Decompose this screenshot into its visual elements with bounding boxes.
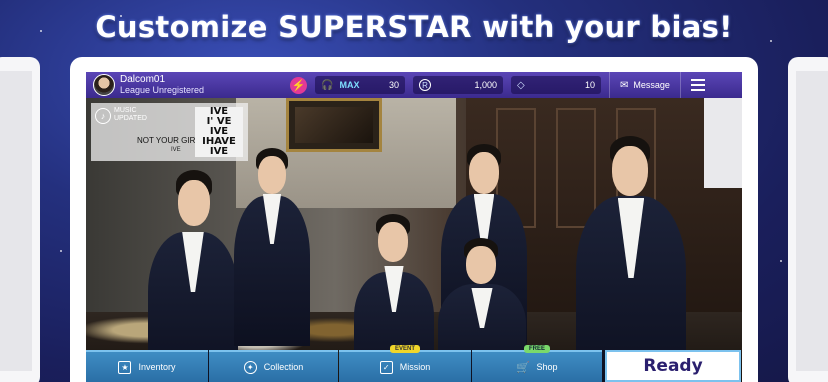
headphones-icon: 🎧: [321, 79, 334, 91]
game-screen: Dalcom01 League Unregistered ⚡ 🎧 MAX 30 …: [86, 72, 742, 382]
ready-button[interactable]: Ready: [605, 350, 741, 382]
next-screenshot-card: [788, 57, 828, 382]
hamburger-menu-icon[interactable]: [681, 72, 715, 98]
previous-screenshot-card: [0, 57, 40, 382]
medal-icon: ✦: [243, 360, 257, 374]
diamond-counter[interactable]: ◇ 10: [511, 76, 601, 94]
song-artist: IVE: [171, 147, 181, 153]
lightning-icon[interactable]: ⚡: [290, 76, 307, 94]
collection-label: Collection: [263, 362, 304, 372]
r-coin-icon: R: [419, 79, 431, 91]
mission-button[interactable]: EVENT ✓ Mission: [339, 345, 471, 382]
shop-label: Shop: [536, 362, 558, 372]
music-updated-card[interactable]: ♪ MUSIC UPDATED NOT YOUR GIRL IVE IVE I'…: [91, 103, 248, 161]
r-coin-count: 1,000: [474, 80, 497, 90]
checklist-icon: ✓: [379, 360, 393, 374]
headphones-counter[interactable]: 🎧 MAX 30: [315, 76, 405, 94]
top-status-bar: Dalcom01 League Unregistered ⚡ 🎧 MAX 30 …: [86, 72, 742, 98]
song-title: NOT YOUR GIRL: [137, 136, 200, 145]
music-note-icon: ♪: [95, 108, 111, 124]
diamond-icon: ◇: [517, 79, 525, 91]
mission-label: Mission: [399, 362, 431, 372]
bottom-nav-bar: ★ Inventory ✦ Collection EVENT ✓ Mission…: [86, 345, 742, 382]
event-badge: EVENT: [389, 345, 421, 353]
diamond-count: 10: [584, 80, 595, 90]
free-badge: FREE: [523, 345, 551, 353]
message-button[interactable]: ✉ Message: [609, 72, 681, 98]
collection-button[interactable]: ✦ Collection: [209, 350, 338, 382]
league-status: League Unregistered: [120, 85, 205, 95]
r-coin-counter[interactable]: R 1,000: [413, 76, 503, 94]
inventory-label: Inventory: [138, 362, 176, 372]
album-cover: IVE I' VE IVE IHAVE IVE: [195, 107, 243, 157]
headphones-count: 30: [388, 80, 399, 90]
headphones-max-label: MAX: [339, 80, 360, 90]
username: Dalcom01: [120, 74, 166, 85]
envelope-icon: ✉: [620, 79, 629, 91]
profile-avatar[interactable]: [93, 74, 115, 96]
cart-icon: 🛒: [516, 361, 530, 374]
inventory-button[interactable]: ★ Inventory: [86, 350, 208, 382]
star-box-icon: ★: [118, 360, 132, 374]
promo-headline: Customize SUPERSTAR with your bias!: [95, 10, 733, 44]
music-status: MUSIC UPDATED: [114, 107, 147, 122]
profile-info[interactable]: Dalcom01 League Unregistered: [120, 74, 270, 96]
shop-button[interactable]: FREE 🛒 Shop: [472, 345, 602, 382]
message-label: Message: [633, 80, 670, 90]
